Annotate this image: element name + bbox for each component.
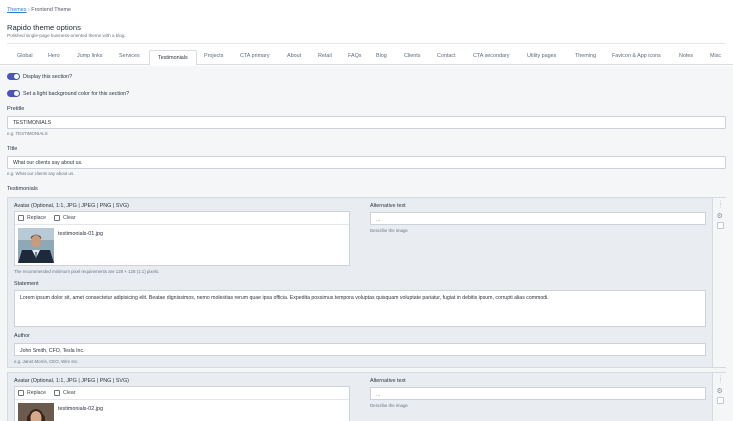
display-section-toggle-row: Display this section?	[7, 73, 72, 80]
replace-label: Replace	[27, 215, 47, 221]
author-label: Author	[14, 333, 30, 339]
breadcrumb-themes-link[interactable]: Themes	[7, 7, 26, 13]
item-checkbox[interactable]	[716, 222, 724, 229]
alt-text-hint: Describe the image	[370, 228, 408, 233]
title-label: Title	[7, 146, 18, 152]
tab-utility-pages[interactable]: Utility pages	[527, 53, 556, 59]
tab-hero[interactable]: Hero	[48, 53, 60, 59]
pretitle-label: Pretitle	[7, 106, 25, 112]
avatar-preview: testimonials-01.jpg	[15, 225, 349, 265]
item-checkbox[interactable]	[716, 397, 724, 404]
avatar-toolbar: Replace Clear	[15, 212, 349, 225]
display-section-toggle[interactable]	[7, 73, 20, 80]
alt-text-input[interactable]: ...	[370, 212, 706, 225]
clear-label: Clear	[63, 215, 76, 221]
tab-theming[interactable]: Theming	[575, 53, 596, 59]
avatar-upload: Replace Clear testimonials-02.jpg	[14, 386, 350, 421]
tab-contact[interactable]: Contact	[437, 53, 456, 59]
pixel-requirement-hint: The recommended minimum pixel requiremen…	[14, 269, 160, 274]
clear-button[interactable]: Clear	[54, 215, 75, 221]
tab-faqs[interactable]: FAQs	[348, 53, 361, 59]
tab-favicon-app-icons[interactable]: Favicon & App icons	[612, 53, 661, 59]
drag-handle-icon[interactable]: ⋮ ⋮	[718, 201, 723, 209]
tab-notes[interactable]: Notes	[679, 53, 693, 59]
statement-textarea[interactable]: Lorem ipsum dolor sit, amet consectetur …	[14, 290, 706, 327]
light-background-toggle[interactable]	[7, 90, 20, 97]
avatar-thumbnail	[18, 228, 54, 263]
clear-button[interactable]: Clear	[54, 390, 75, 396]
title-divider	[7, 42, 726, 44]
avatar-upload: Replace Clear testimonials-01.jpg	[14, 211, 350, 266]
options-tabs: Global Hero Jump links Services Testimon…	[0, 50, 733, 66]
display-section-label: Display this section?	[23, 73, 73, 80]
avatar-filename: testimonials-01.jpg	[58, 231, 103, 237]
tab-cta-primary[interactable]: CTA primary	[240, 53, 270, 59]
tab-services[interactable]: Services	[119, 53, 140, 59]
breadcrumb-current: Frontend Theme	[31, 7, 72, 13]
tab-retail[interactable]: Retail	[318, 53, 332, 59]
title-hint: e.g. What our clients say about us.	[7, 171, 75, 176]
replace-button[interactable]: Replace	[18, 215, 46, 221]
drag-handle-icon[interactable]: ⋮ ⋮	[718, 376, 723, 384]
item-controls: ⋮ ⋮ ⚙	[712, 373, 726, 421]
replace-icon	[18, 390, 24, 396]
alt-text-label: Alternative text	[370, 202, 406, 209]
replace-icon	[18, 215, 24, 221]
breadcrumb: Themes › Frontend Theme	[7, 7, 71, 13]
alt-text-hint: Describe the image	[370, 403, 408, 408]
tab-cta-secondary[interactable]: CTA secondary	[473, 53, 509, 59]
avatar-label: Avatar (Optional, 1:1, JPG | JPEG | PNG …	[14, 202, 129, 209]
light-background-toggle-row: Set a light background color for this se…	[7, 90, 129, 97]
title-input[interactable]: What our clients say about us.	[7, 155, 726, 169]
replace-label: Replace	[27, 390, 47, 396]
page-subtitle: Polished single-page business-oriented t…	[7, 33, 126, 38]
testimonial-item: ⋮ ⋮ ⚙ Avatar (Optional, 1:1, JPG | JPEG |…	[7, 197, 726, 368]
clear-icon	[54, 215, 61, 221]
avatar-label: Avatar (Optional, 1:1, JPG | JPEG | PNG …	[14, 377, 129, 384]
tab-global[interactable]: Global	[17, 53, 33, 59]
testimonial-item: ⋮ ⋮ ⚙ Avatar (Optional, 1:1, JPG | JPEG |…	[7, 372, 726, 421]
avatar-toolbar: Replace Clear	[15, 387, 349, 400]
light-background-label: Set a light background color for this se…	[23, 90, 130, 97]
gear-icon[interactable]: ⚙	[717, 212, 723, 220]
replace-button[interactable]: Replace	[18, 390, 46, 396]
author-hint: e.g. Janet Morris, CEO, Wire Inc.	[14, 358, 79, 364]
author-input[interactable]: John Smith, CFO, Tesla Inc.	[14, 343, 706, 356]
alt-text-input[interactable]: ...	[370, 387, 706, 400]
statement-label: Statement	[14, 280, 39, 287]
avatar-thumbnail	[18, 403, 54, 421]
item-controls: ⋮ ⋮ ⚙	[712, 198, 726, 367]
clear-label: Clear	[63, 390, 76, 396]
pretitle-input[interactable]: TESTIMONIALS	[7, 115, 726, 129]
tab-blog[interactable]: Blog	[376, 53, 387, 59]
tab-jump-links[interactable]: Jump links	[77, 53, 102, 59]
clear-icon	[54, 390, 61, 396]
avatar-filename: testimonials-02.jpg	[58, 406, 103, 412]
tab-projects[interactable]: Projects	[204, 53, 223, 59]
tab-testimonials[interactable]: Testimonials	[149, 50, 197, 66]
alt-text-label: Alternative text	[370, 377, 406, 384]
gear-icon[interactable]: ⚙	[717, 387, 723, 395]
testimonials-label: Testimonials	[7, 185, 38, 192]
breadcrumb-separator: ›	[27, 7, 30, 13]
tab-about[interactable]: About	[287, 53, 301, 59]
pretitle-hint: e.g. TESTIMONIALS	[7, 131, 48, 136]
tab-clients[interactable]: Clients	[404, 53, 420, 59]
tab-misc[interactable]: Misc	[710, 53, 721, 59]
page-title: Rapido theme options	[7, 23, 81, 32]
avatar-preview: testimonials-02.jpg	[15, 400, 349, 421]
